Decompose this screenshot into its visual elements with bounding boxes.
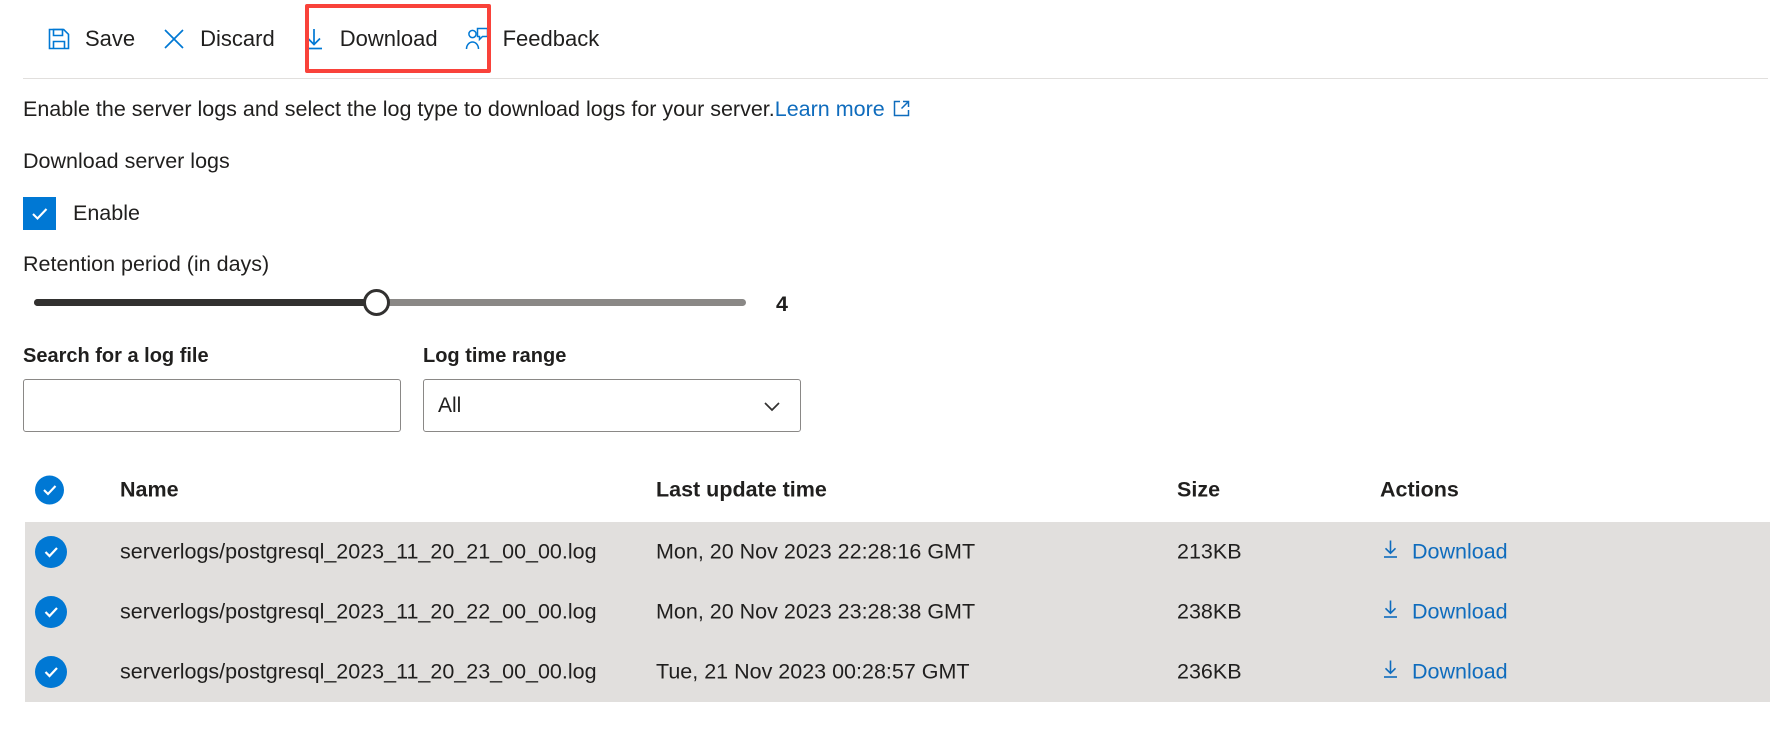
row-download-link[interactable]: Download	[1380, 539, 1508, 566]
row-size: 213KB	[1177, 539, 1242, 564]
discard-label: Discard	[200, 26, 275, 51]
row-last-update-time: Tue, 21 Nov 2023 00:28:57 GMT	[656, 659, 970, 684]
check-icon	[44, 667, 58, 678]
search-label: Search for a log file	[23, 345, 209, 367]
column-header-last-update-time[interactable]: Last update time	[656, 478, 827, 503]
row-size: 236KB	[1177, 659, 1242, 684]
retention-value: 4	[776, 292, 788, 316]
table-header-row: Name Last update time Size Actions	[25, 458, 1770, 522]
row-checkbox[interactable]	[35, 596, 67, 628]
section-title: Download server logs	[23, 149, 230, 173]
row-name: serverlogs/postgresql_2023_11_20_22_00_0…	[120, 599, 597, 624]
retention-label: Retention period (in days)	[23, 252, 270, 276]
enable-label: Enable	[73, 201, 140, 225]
table-row[interactable]: serverlogs/postgresql_2023_11_20_23_00_0…	[25, 642, 1770, 702]
row-download-label: Download	[1412, 659, 1508, 684]
column-header-actions[interactable]: Actions	[1380, 478, 1459, 503]
check-icon	[44, 547, 58, 558]
row-actions-cell: Download	[1380, 539, 1508, 566]
download-button[interactable]: Download	[291, 17, 454, 61]
learn-more-label: Learn more	[774, 97, 885, 121]
command-toolbar: Save Discard Download Feedback	[0, 0, 1792, 78]
slider-fill	[34, 299, 379, 306]
retention-slider[interactable]: 4	[34, 283, 834, 323]
enable-checkbox[interactable]	[23, 197, 56, 230]
table-row[interactable]: serverlogs/postgresql_2023_11_20_22_00_0…	[25, 582, 1770, 642]
feedback-button[interactable]: Feedback	[454, 17, 616, 61]
row-checkbox[interactable]	[35, 536, 67, 568]
row-last-update-time: Mon, 20 Nov 2023 23:28:38 GMT	[656, 599, 976, 624]
discard-icon	[161, 26, 187, 52]
save-label: Save	[85, 26, 136, 51]
column-header-name[interactable]: Name	[120, 478, 179, 503]
time-range-select[interactable]: All	[423, 379, 801, 432]
external-link-icon	[892, 99, 911, 125]
row-name: serverlogs/postgresql_2023_11_20_21_00_0…	[120, 539, 597, 564]
download-icon	[1380, 599, 1401, 626]
save-icon	[46, 26, 72, 52]
column-header-size[interactable]: Size	[1177, 478, 1220, 503]
description-text: Enable the server logs and select the lo…	[23, 97, 911, 125]
log-files-table: Name Last update time Size Actions serve…	[25, 458, 1770, 702]
row-size: 238KB	[1177, 599, 1242, 624]
check-icon	[44, 607, 58, 618]
enable-checkbox-row[interactable]: Enable	[23, 197, 140, 230]
save-button[interactable]: Save	[36, 17, 151, 61]
check-icon	[43, 485, 57, 496]
row-checkbox[interactable]	[35, 656, 67, 688]
select-all-checkbox-cell[interactable]	[35, 475, 64, 505]
time-range-value: All	[438, 393, 462, 417]
row-name: serverlogs/postgresql_2023_11_20_23_00_0…	[120, 659, 597, 684]
feedback-icon	[464, 26, 490, 52]
chevron-down-icon	[760, 394, 784, 418]
row-download-link[interactable]: Download	[1380, 659, 1508, 686]
row-checkbox-cell[interactable]	[35, 536, 67, 568]
select-all-checkbox[interactable]	[35, 475, 64, 505]
row-checkbox-cell[interactable]	[35, 656, 67, 688]
row-last-update-time: Mon, 20 Nov 2023 22:28:16 GMT	[656, 539, 976, 564]
row-download-link[interactable]: Download	[1380, 599, 1508, 626]
time-range-label: Log time range	[423, 345, 567, 367]
discard-button[interactable]: Discard	[151, 17, 291, 61]
description-sentence: Enable the server logs and select the lo…	[23, 97, 775, 121]
time-range-field-group: Log time range All	[423, 345, 801, 432]
row-checkbox-cell[interactable]	[35, 596, 67, 628]
download-icon	[301, 26, 327, 52]
row-download-label: Download	[1412, 539, 1508, 564]
slider-thumb[interactable]	[363, 289, 390, 316]
download-icon	[1380, 659, 1401, 686]
search-input[interactable]	[23, 379, 401, 432]
download-icon	[1380, 539, 1401, 566]
download-label: Download	[339, 26, 438, 51]
search-field-group: Search for a log file	[23, 345, 401, 432]
feedback-label: Feedback	[502, 26, 600, 51]
learn-more-link[interactable]: Learn more	[775, 97, 911, 121]
check-icon	[32, 208, 48, 221]
table-row[interactable]: serverlogs/postgresql_2023_11_20_21_00_0…	[25, 522, 1770, 582]
row-download-label: Download	[1412, 599, 1508, 624]
row-actions-cell: Download	[1380, 659, 1508, 686]
toolbar-divider	[23, 78, 1768, 79]
row-actions-cell: Download	[1380, 599, 1508, 626]
